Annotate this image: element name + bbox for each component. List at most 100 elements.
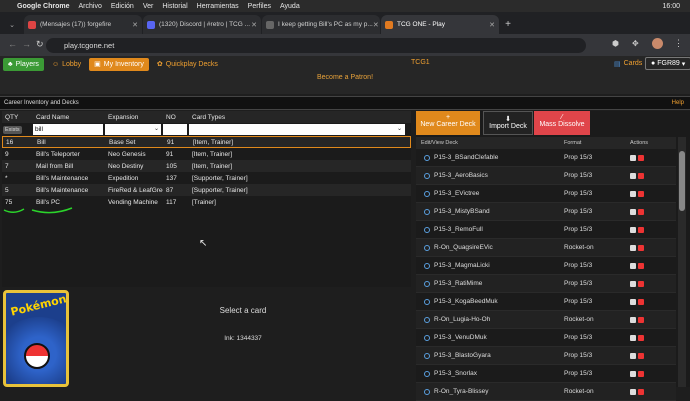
- cards-button[interactable]: ▤ Cards: [609, 57, 647, 70]
- delete-deck-icon[interactable]: [638, 244, 644, 251]
- col-expansion[interactable]: Expansion: [105, 114, 163, 121]
- copy-deck-icon[interactable]: [630, 352, 636, 359]
- scrollbar[interactable]: [678, 137, 686, 387]
- col-card-types[interactable]: Card Types: [189, 114, 409, 121]
- delete-deck-icon[interactable]: [638, 388, 644, 395]
- deck-name[interactable]: P15-3_RemoFull: [416, 226, 562, 233]
- deck-row[interactable]: P15-3_AeroBasics Prop 15/3: [416, 167, 676, 185]
- deck-row[interactable]: P15-3_BlastoGyara Prop 15/3: [416, 347, 676, 365]
- deck-row[interactable]: P15-3_VenuDMuk Prop 15/3: [416, 329, 676, 347]
- expansion-filter-select[interactable]: ⌄: [105, 124, 161, 135]
- deck-row[interactable]: R-On_Lugia-Ho-Oh Rocket-on: [416, 311, 676, 329]
- delete-deck-icon[interactable]: [638, 226, 644, 233]
- mass-dissolve-button[interactable]: ⁄ Mass Dissolve: [534, 111, 590, 135]
- copy-deck-icon[interactable]: [630, 244, 636, 251]
- table-row[interactable]: 9 Bill's Teleporter Neo Genesis 91 [Item…: [2, 148, 411, 160]
- delete-deck-icon[interactable]: [638, 262, 644, 269]
- copy-deck-icon[interactable]: [630, 172, 636, 179]
- new-tab-button[interactable]: +: [500, 15, 516, 34]
- tab-tcgone[interactable]: TCG ONE - Play ✕: [381, 15, 499, 34]
- menu-perfiles[interactable]: Perfiles: [248, 3, 271, 10]
- menu-edicion[interactable]: Edición: [111, 3, 134, 10]
- deck-name[interactable]: P15-3_BSandClefable: [416, 154, 562, 161]
- tab-forum[interactable]: I keep getting Bill's PC as my p... ✕: [262, 15, 380, 34]
- close-tab-icon[interactable]: ✕: [132, 21, 138, 29]
- deck-name[interactable]: P15-3_VenuDMuk: [416, 334, 562, 341]
- deck-row[interactable]: P15-3_KogaBeedMuk Prop 15/3: [416, 293, 676, 311]
- close-tab-icon[interactable]: ✕: [251, 21, 257, 29]
- card-types-filter-select[interactable]: ⌄: [189, 124, 405, 135]
- back-icon[interactable]: ←: [8, 39, 17, 49]
- delete-deck-icon[interactable]: [638, 316, 644, 323]
- copy-deck-icon[interactable]: [630, 316, 636, 323]
- deck-row[interactable]: P15-3_MagmaLicki Prop 15/3: [416, 257, 676, 275]
- tab-search-icon[interactable]: ⌄: [0, 15, 24, 34]
- card-name-filter-input[interactable]: bill: [33, 124, 103, 135]
- table-row[interactable]: * Bill's Maintenance Expedition 137 [Sup…: [2, 172, 411, 184]
- delete-deck-icon[interactable]: [638, 208, 644, 215]
- lobby-button[interactable]: ☺ Lobby: [47, 58, 86, 71]
- deck-row[interactable]: R-On_Tyra-Blissey Rocket-on: [416, 383, 676, 401]
- copy-deck-icon[interactable]: [630, 298, 636, 305]
- deck-name[interactable]: P15-3_MistyBSand: [416, 208, 562, 215]
- become-patron-link[interactable]: Become a Patron!: [0, 72, 690, 94]
- copy-deck-icon[interactable]: [630, 388, 636, 395]
- profile-avatar[interactable]: [652, 38, 663, 49]
- menu-ayuda[interactable]: Ayuda: [280, 3, 300, 10]
- table-row[interactable]: 7 Mail from Bill Neo Destiny 105 [Item, …: [2, 160, 411, 172]
- menu-herramientas[interactable]: Herramientas: [197, 3, 239, 10]
- delete-deck-icon[interactable]: [638, 352, 644, 359]
- copy-deck-icon[interactable]: [630, 190, 636, 197]
- copy-deck-icon[interactable]: [630, 226, 636, 233]
- new-career-deck-button[interactable]: + New Career Deck: [416, 111, 480, 135]
- delete-deck-icon[interactable]: [638, 334, 644, 341]
- deck-name[interactable]: R-On_Lugia-Ho-Oh: [416, 316, 562, 323]
- delete-deck-icon[interactable]: [638, 172, 644, 179]
- col-qty[interactable]: QTY: [2, 114, 33, 121]
- players-button[interactable]: ♣ Players: [3, 57, 44, 71]
- reload-icon[interactable]: ↻: [36, 39, 44, 50]
- copy-deck-icon[interactable]: [630, 208, 636, 215]
- menu-historial[interactable]: Historial: [162, 3, 187, 10]
- deck-row[interactable]: P15-3_Snorlax Prop 15/3: [416, 365, 676, 383]
- delete-deck-icon[interactable]: [638, 154, 644, 161]
- deck-name[interactable]: P15-3_MagmaLicki: [416, 262, 562, 269]
- copy-deck-icon[interactable]: [630, 334, 636, 341]
- close-tab-icon[interactable]: ✕: [373, 21, 379, 29]
- deck-name[interactable]: P15-3_BlastoGyara: [416, 352, 562, 359]
- extensions-puzzle-icon[interactable]: ✥: [632, 39, 639, 48]
- deck-name[interactable]: R-On_Tyra-Blissey: [416, 388, 562, 395]
- col-no[interactable]: NO: [163, 114, 189, 121]
- copy-deck-icon[interactable]: [630, 262, 636, 269]
- col-card-name[interactable]: Card Name: [33, 114, 105, 121]
- tab-mensajes[interactable]: (Mensajes (17)) forgefire ✕: [24, 15, 142, 34]
- copy-deck-icon[interactable]: [630, 370, 636, 377]
- delete-deck-icon[interactable]: [638, 298, 644, 305]
- deck-name[interactable]: P15-3_EVictree: [416, 190, 562, 197]
- extension-icon[interactable]: ⬢: [612, 39, 619, 48]
- deck-row[interactable]: R-On_QuagsireEVic Rocket-on: [416, 239, 676, 257]
- deck-name[interactable]: R-On_QuagsireEVic: [416, 244, 562, 251]
- exists-filter[interactable]: Exists: [3, 125, 22, 134]
- app-name[interactable]: Google Chrome: [17, 3, 70, 10]
- user-menu[interactable]: ● FGR89 ▾: [645, 57, 690, 70]
- deck-row[interactable]: P15-3_EVictree Prop 15/3: [416, 185, 676, 203]
- delete-deck-icon[interactable]: [638, 190, 644, 197]
- tab-discord[interactable]: (1320) Discord | #retro | TCG ... ✕: [143, 15, 261, 34]
- deck-row[interactable]: P15-3_MistyBSand Prop 15/3: [416, 203, 676, 221]
- table-row[interactable]: 16 Bill Base Set 91 [Item, Trainer]: [2, 136, 411, 148]
- import-deck-button[interactable]: ⬇ Import Deck: [483, 111, 533, 135]
- table-row[interactable]: 5 Bill's Maintenance FireRed & LeafGree …: [2, 184, 411, 196]
- no-filter-input[interactable]: [163, 124, 187, 135]
- scrollbar-thumb[interactable]: [679, 151, 685, 211]
- deck-name[interactable]: P15-3_AeroBasics: [416, 172, 562, 179]
- deck-name[interactable]: P15-3_RatiMime: [416, 280, 562, 287]
- copy-deck-icon[interactable]: [630, 280, 636, 287]
- deck-row[interactable]: P15-3_RemoFull Prop 15/3: [416, 221, 676, 239]
- delete-deck-icon[interactable]: [638, 370, 644, 377]
- copy-deck-icon[interactable]: [630, 154, 636, 161]
- deck-row[interactable]: P15-3_RatiMime Prop 15/3: [416, 275, 676, 293]
- delete-deck-icon[interactable]: [638, 280, 644, 287]
- deck-name[interactable]: P15-3_KogaBeedMuk: [416, 298, 562, 305]
- deck-row[interactable]: P15-3_BSandClefable Prop 15/3: [416, 149, 676, 167]
